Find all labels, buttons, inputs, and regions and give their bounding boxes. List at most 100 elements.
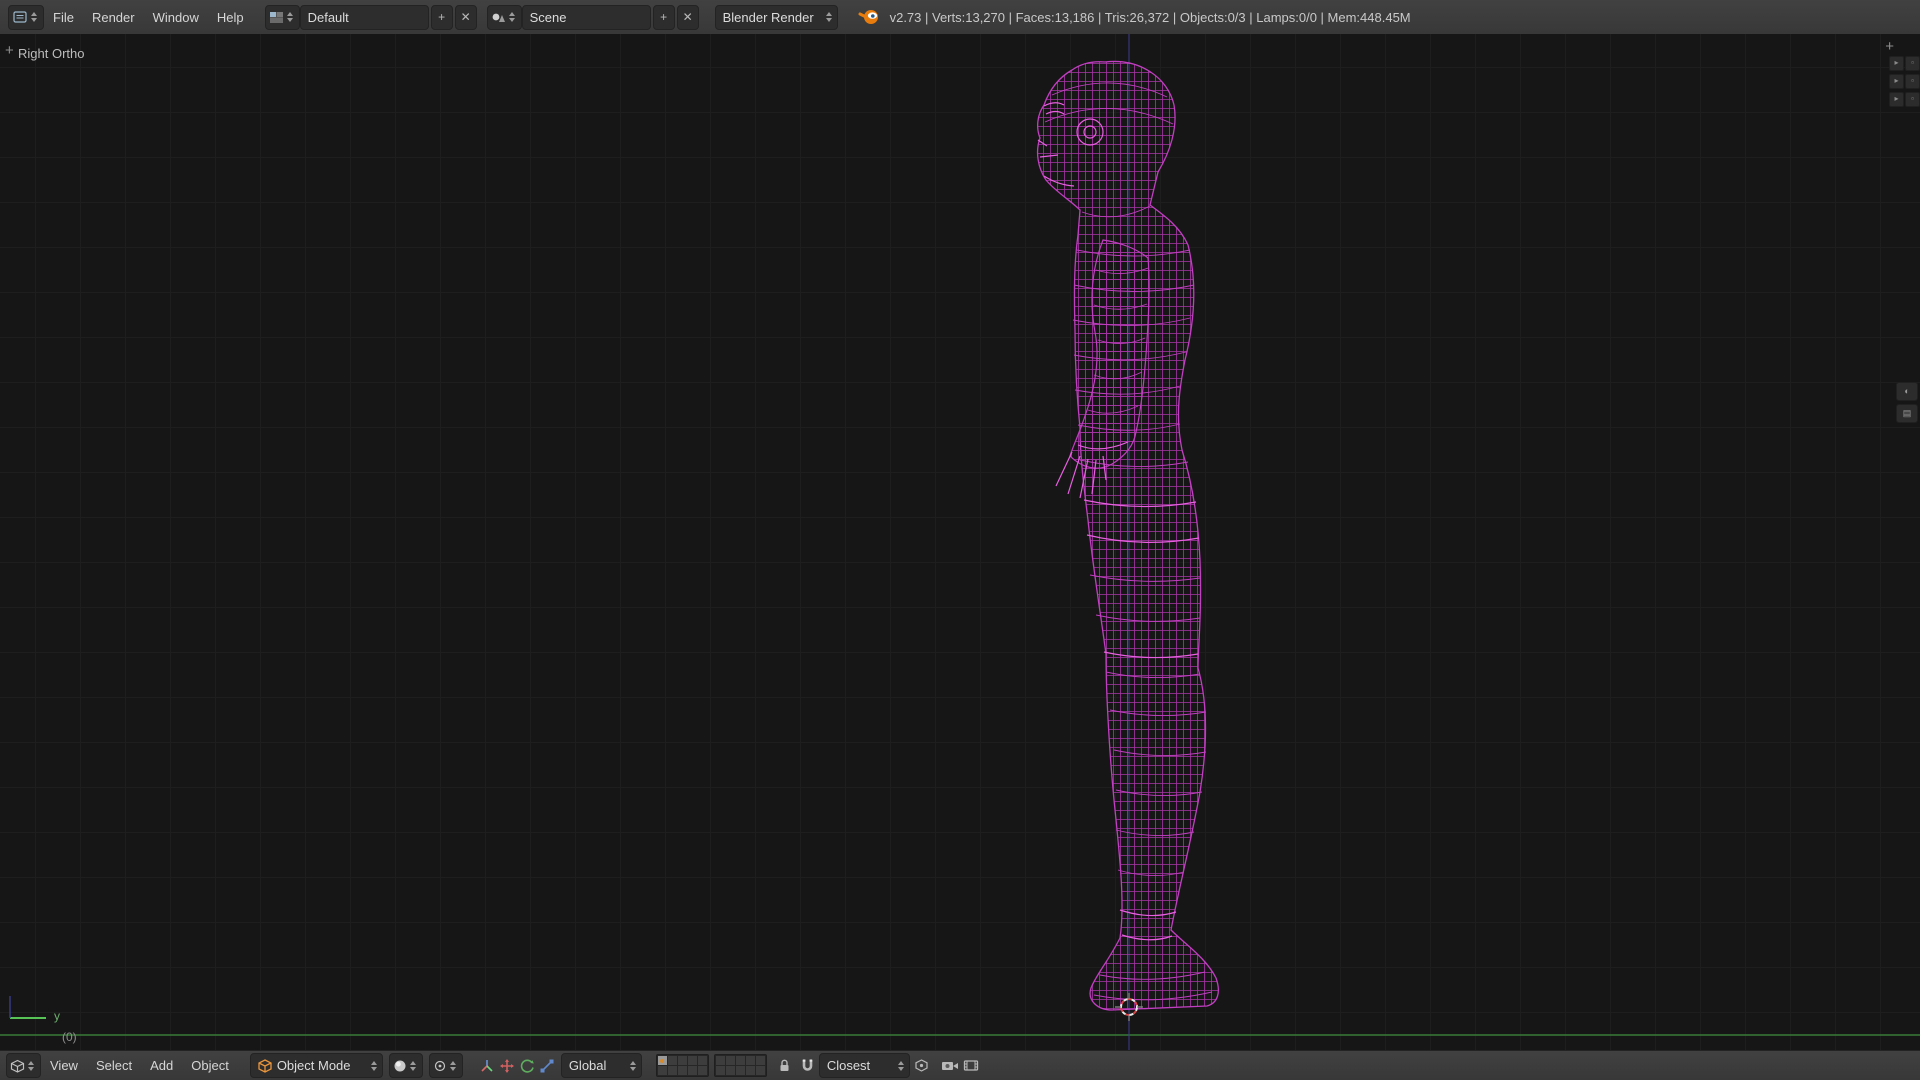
editor-type-selector-3dview[interactable] — [6, 1053, 41, 1078]
layer-toggle[interactable] — [697, 1056, 707, 1065]
snap-target-icon[interactable] — [914, 1058, 929, 1073]
scale-manipulator-icon[interactable] — [539, 1058, 555, 1074]
layer-toggle[interactable] — [715, 1056, 725, 1065]
snap-mode-name: Closest — [826, 1058, 871, 1073]
side-tab-button[interactable]: ◐ — [1896, 382, 1918, 401]
frame-indicator-label: (0) — [62, 1030, 77, 1044]
shading-sphere-icon — [394, 1060, 406, 1071]
screen-layout-name: Default — [307, 9, 349, 25]
snap-mode-selector[interactable]: Closest — [818, 1053, 910, 1078]
menu-render[interactable]: Render — [83, 0, 144, 34]
blender-logo-icon — [858, 10, 878, 24]
menu-select[interactable]: Select — [87, 1051, 141, 1080]
side-tab-button[interactable]: ▤ — [1896, 404, 1918, 423]
view3d-editor-icon — [10, 1059, 25, 1073]
menu-file[interactable]: File — [44, 0, 83, 34]
dropdown-arrows-icon — [31, 12, 37, 22]
layer-toggle[interactable] — [697, 1066, 707, 1075]
layer-toggle[interactable] — [725, 1056, 735, 1065]
scene-icon-button[interactable] — [486, 4, 522, 30]
scene-name: Scene — [529, 9, 567, 25]
object-mode-cube-icon — [258, 1058, 272, 1073]
dropdown-arrows-icon — [897, 1060, 904, 1071]
layer-toggle[interactable] — [755, 1056, 765, 1065]
layer-toggle[interactable] — [667, 1056, 677, 1065]
mini-axis-gizmo — [9, 996, 46, 1019]
scene-icon — [492, 13, 505, 22]
manipulator-toggles — [479, 1058, 555, 1074]
dropdown-arrows-icon — [508, 12, 515, 22]
scene-lock-icon[interactable] — [777, 1058, 792, 1073]
layer-toggle[interactable] — [687, 1056, 697, 1065]
screen-layout-name-field[interactable]: Default — [299, 4, 429, 30]
dropdown-arrows-icon — [825, 12, 832, 22]
layer-toggle[interactable] — [677, 1066, 687, 1075]
editor-type-selector-info[interactable] — [8, 4, 44, 30]
menu-object[interactable]: Object — [182, 1051, 238, 1080]
layer-toggle[interactable] — [735, 1056, 745, 1065]
gizmo-y-axis-label: y — [54, 1009, 60, 1023]
layer-toggle[interactable] — [735, 1066, 745, 1075]
translate-manipulator-icon[interactable] — [499, 1058, 515, 1074]
render-engine-name: Blender Render — [722, 9, 814, 25]
layer-toggle[interactable] — [657, 1056, 667, 1065]
dropdown-arrows-icon — [409, 1060, 416, 1071]
menu-add[interactable]: Add — [141, 1051, 182, 1080]
layer-toggle[interactable] — [667, 1066, 677, 1075]
scene-delete-button[interactable]: ✕ — [676, 4, 699, 30]
layer-toggle[interactable] — [687, 1066, 697, 1075]
edge-icon-button[interactable]: ▸ — [1889, 92, 1904, 107]
scene-statistics: v2.73 | Verts:13,270 | Faces:13,186 | Tr… — [889, 9, 1411, 25]
menu-help[interactable]: Help — [208, 0, 253, 34]
manipulator-axis-icon[interactable] — [479, 1058, 495, 1074]
viewport-side-tabs: ◐ ▤ — [1896, 382, 1918, 423]
layer-block-right — [713, 1054, 767, 1077]
screen-layout-icon-button[interactable] — [264, 4, 300, 30]
edge-icon-button[interactable]: ▸ — [1889, 56, 1904, 71]
view-name-label: Right Ortho — [18, 46, 85, 61]
orientation-name: Global — [568, 1058, 607, 1073]
menu-view[interactable]: View — [41, 1051, 87, 1080]
layer-block-left — [655, 1054, 709, 1077]
menu-window[interactable]: Window — [144, 0, 208, 34]
layer-toggle[interactable] — [657, 1066, 667, 1075]
edge-icon-button[interactable]: ▫ — [1905, 92, 1920, 107]
viewport-canvas — [0, 34, 1920, 1051]
mode-name: Object Mode — [276, 1058, 351, 1073]
snap-magnet-icon[interactable] — [800, 1058, 815, 1073]
opengl-render-still-icon[interactable] — [941, 1058, 959, 1073]
render-engine-selector[interactable]: Blender Render — [714, 4, 838, 30]
scene-add-button[interactable]: + — [652, 4, 675, 30]
wireframe-human-mesh — [1036, 60, 1219, 1011]
viewport-edge-icon-stack: ▸ ▫ ▸ ▫ ▸ ▫ — [1889, 56, 1920, 107]
edge-icon-button[interactable]: ▫ — [1905, 74, 1920, 89]
viewport-3d[interactable]: Right Ortho + + ▸ ▫ ▸ ▫ ▸ ▫ ◐ ▤ y (0) — [0, 34, 1920, 1051]
dropdown-arrows-icon — [370, 1060, 377, 1071]
layer-toggle[interactable] — [755, 1066, 765, 1075]
layer-toggle[interactable] — [677, 1056, 687, 1065]
blender-window: File Render Window Help Default + ✕ Scen… — [0, 0, 1920, 1080]
layer-toggle[interactable] — [725, 1066, 735, 1075]
pivot-point-selector[interactable] — [428, 1053, 463, 1078]
viewport-shading-selector[interactable] — [388, 1053, 423, 1078]
layer-toggle[interactable] — [745, 1066, 755, 1075]
scene-name-field[interactable]: Scene — [521, 4, 651, 30]
layer-toggle[interactable] — [715, 1066, 725, 1075]
toolshelf-expand-icon[interactable]: + — [5, 42, 14, 59]
screen-layout-delete-button[interactable]: ✕ — [454, 4, 477, 30]
opengl-render-anim-icon[interactable] — [963, 1058, 979, 1073]
viewport-header: View Select Add Object Object Mode Globa… — [0, 1050, 1920, 1080]
layer-toggle[interactable] — [745, 1056, 755, 1065]
dropdown-arrows-icon — [629, 1060, 636, 1071]
properties-shelf-expand-icon[interactable]: + — [1885, 38, 1894, 55]
layers-widget — [655, 1054, 767, 1077]
info-editor-icon — [13, 11, 27, 23]
mode-selector[interactable]: Object Mode — [249, 1053, 383, 1078]
transform-orientation-selector[interactable]: Global — [560, 1053, 642, 1078]
screen-layout-add-button[interactable]: + — [430, 4, 453, 30]
edge-icon-button[interactable]: ▫ — [1905, 56, 1920, 71]
dropdown-arrows-icon — [28, 1060, 34, 1071]
rotate-manipulator-icon[interactable] — [519, 1058, 535, 1074]
dropdown-arrows-icon — [286, 12, 293, 22]
edge-icon-button[interactable]: ▸ — [1889, 74, 1904, 89]
